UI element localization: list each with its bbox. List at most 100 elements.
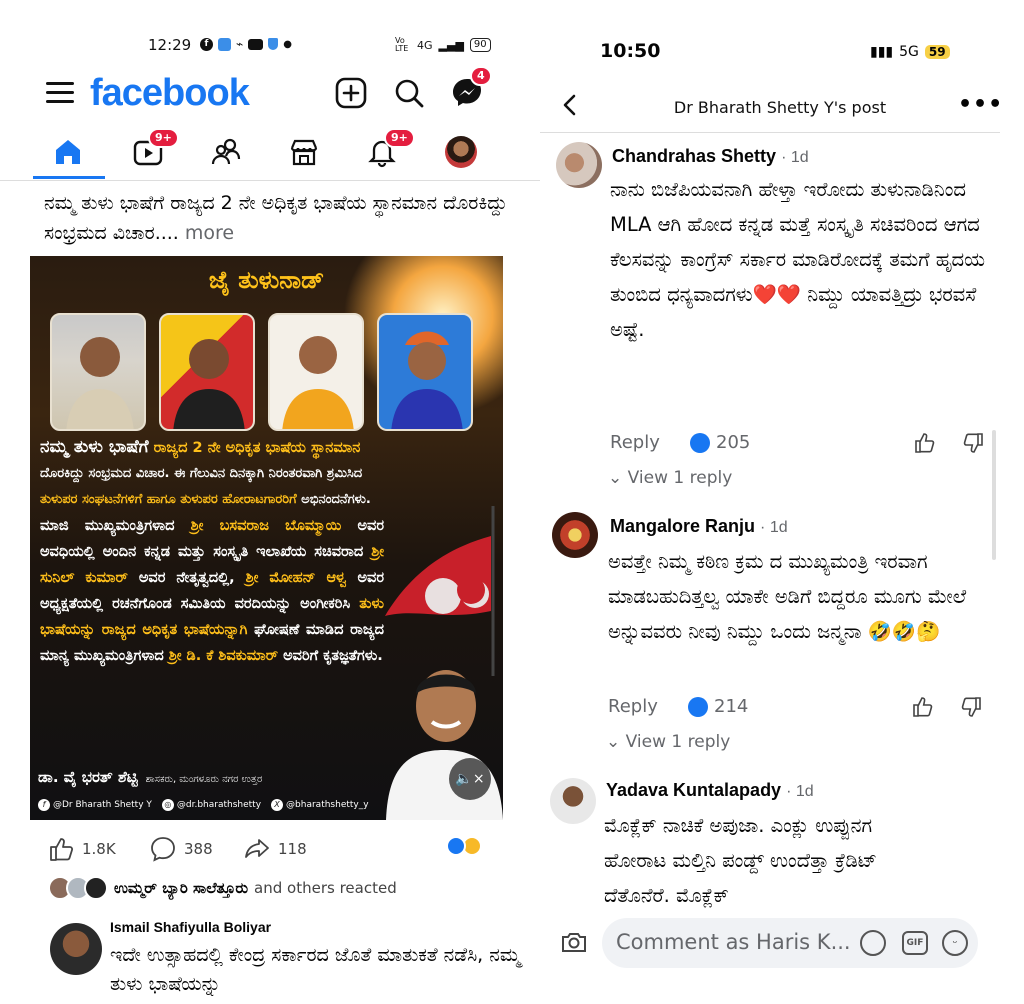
scrollbar[interactable] [992,430,996,560]
notifications-icon[interactable]: 9+ [366,128,415,168]
app-icon [218,37,231,51]
facebook-icon: f [200,37,213,51]
signal-icon: ▂▄▆ [438,38,464,52]
commenter-avatar[interactable] [50,923,102,975]
reaction-icons [446,836,482,856]
network-label: 5G [899,44,919,60]
like-reaction-icon [446,836,466,856]
view-replies-link[interactable]: ⌄ View 1 reply [606,732,730,752]
commenter-name[interactable]: Mangalore Ranju · 1d [610,516,788,537]
divider [0,180,540,181]
like-reaction-icon [690,432,710,453]
status-time: 12:29 [148,36,192,54]
signal-label: 4G [417,38,433,52]
commenter-name[interactable]: Ismail Shafiyulla Boliyar [110,919,271,935]
thumbs-up-icon[interactable] [914,432,936,454]
comment-text: ಇದೇ ಉತ್ಸಾಹದಲ್ಲಿ ಕೇಂದ್ರ ಸರ್ಕಾರದ ಜೊತೆ ಮಾತು… [110,944,521,995]
status-bar: 12:29 f ⌁ ● Vo LTE 4G ▂▄▆ 90 [0,36,540,58]
commenter-avatar[interactable] [550,778,596,824]
messenger-badge: 4 [470,66,492,86]
comment-text: ಅವತ್ತೇ ನಿಮ್ಮ ಕಠಿಣ ಕ್ರಮ ದ ಮುಖ್ಯಮಂತ್ರಿ ಇರವ… [608,550,967,643]
commenter-avatar[interactable] [552,512,598,558]
portrait-2 [159,313,255,431]
reactions-summary[interactable]: ಉಮ್ಮರ್ ಬ್ಯಾರಿ ಸಾಲೆತ್ತೂರು and others reac… [48,876,397,900]
x-icon: X [271,799,284,811]
facebook-logo: facebook [90,72,250,114]
status-notification-icons: f ⌁ ● [200,37,292,51]
facebook-feed-screenshot: 12:29 f ⌁ ● Vo LTE 4G ▂▄▆ 90 facebook 4 [0,0,540,1004]
reactor-avatar [84,876,108,900]
thumbs-up-icon[interactable] [912,696,934,718]
mute-button[interactable]: 🔈× [449,758,491,800]
portrait-4 [377,313,473,431]
like-button[interactable]: 1.8K [48,836,116,862]
commenter-name[interactable]: Yadava Kuntalapady · 1d [606,780,814,801]
post-text: ನಮ್ಮ ತುಳು ಭಾಷೆಗೆ ರಾಜ್ಯದ 2 ನೇ ಅಧಿಕೃತ ಭಾಷೆ… [44,192,508,244]
more-options-icon[interactable]: ••• [958,92,1003,117]
reply-button[interactable]: Reply [608,696,658,717]
video-icon[interactable]: 9+ [132,128,179,168]
back-arrow-icon[interactable] [560,93,580,117]
search-icon[interactable] [392,76,426,110]
poster-body: ನಮ್ಮ ತುಳು ಭಾಷೆಗೆ ರಾಜ್ಯದ 2 ನೇ ಅಧಿಕೃತ ಭಾಷೆ… [30,434,503,669]
facebook-icon: f [38,799,50,811]
poster-title: ಜೈ ತುಳುನಾಡ್ [208,266,325,294]
profile-avatar[interactable] [445,136,477,168]
home-icon[interactable] [52,136,84,168]
instagram-icon: ◎ [161,799,174,811]
video-badge: 9+ [148,128,179,148]
poster-paragraph: ಮಾಜಿ ಮುಖ್ಯಮಂತ್ರಿಗಳಾದ ಶ್ರೀ ಬಸವರಾಜ ಬೊಮ್ಮಾಯ… [40,518,384,664]
thumbs-down-icon[interactable] [960,696,982,718]
commenter-avatar[interactable] [556,142,602,188]
camera-icon[interactable] [560,930,588,954]
avatar-sticker-icon[interactable] [860,930,886,956]
portrait-3 [268,313,364,431]
comment-icon [151,837,175,862]
status-right: ▮▮▮ 5G 59 [870,44,950,60]
like-count: 214 [688,696,748,717]
see-more-link[interactable]: more [185,222,234,244]
comment-text: ಮೊಕ್ಲೆಕ್ ನಾಚಿಕೆ ಅಪುಜಾ. ಎಂಕ್ಲು ಉಪ್ಪುನಗ ಹೋ… [604,814,877,907]
page-title: Dr Bharath Shetty Y's post [673,98,887,117]
nav-tabs: 9+ 9+ [0,128,540,180]
status-right: Vo LTE 4G ▂▄▆ 90 [395,37,491,53]
battery-icon: 59 [924,45,950,59]
like-reaction-icon [688,696,708,717]
thumbs-down-icon[interactable] [962,432,984,454]
gif-icon[interactable]: GIF [902,931,928,955]
comment-meta: Reply 205 [610,432,985,458]
comment-button[interactable]: 388 [150,836,213,862]
share-icon [245,839,269,858]
battery-icon: 90 [469,38,491,52]
marketplace-icon[interactable] [288,136,320,168]
link-icon: ⌁ [236,37,244,51]
volte-label: Vo LTE [395,36,409,53]
comment-meta: Reply 214 [608,696,983,722]
portrait-1 [50,313,146,431]
like-count: 205 [690,432,750,453]
comment-placeholder: Comment as Haris K... [616,930,851,954]
view-replies-link[interactable]: ⌄ View 1 reply [608,468,732,488]
commenter-name[interactable]: Chandrahas Shetty · 1d [612,146,809,167]
comment-input[interactable]: Comment as Haris K... GIF ᵕ [602,918,978,968]
signature: ಡಾ. ವೈ ಭರತ್ ಶೆಟ್ಟಿ ಶಾಸಕರು, ಮಂಗಳೂರು ನಗರ ಉತ… [38,768,263,786]
post-image[interactable]: ಜೈ ತುಳುನಾಡ್ ನಮ್ಮ ತುಳು ಭಾಷೆಗೆ ರಾಜ್ಯದ 2 ನೇ… [30,256,503,820]
menu-icon[interactable] [46,82,74,104]
emoji-icon[interactable]: ᵕ [942,930,968,956]
share-button[interactable]: 118 [244,836,307,862]
messenger-icon[interactable]: 4 [450,66,492,110]
youtube-icon [248,38,264,50]
comment-text: ನಾನು ಬಿಜೆಪಿಯವನಾಗಿ ಹೇಳ್ತಾ ಇರೋದು ತುಳುನಾಡಿನ… [610,178,986,341]
social-handles: f @Dr Bharath Shetty Y ◎ @dr.bharathshetty… [38,799,369,811]
active-tab-indicator [33,176,105,179]
friends-icon[interactable] [210,136,242,168]
divider [540,132,1000,133]
post-actions: 1.8K 388 118 [48,836,518,864]
reply-button[interactable]: Reply [610,432,660,453]
dot-icon: ● [283,38,292,50]
thumbs-up-icon [50,838,74,861]
post-comments-screenshot: 10:50 ▮▮▮ 5G 59 Dr Bharath Shetty Y's po… [540,0,1024,1004]
signal-icon: ▮▮▮ [870,44,894,60]
speaker-photo [386,670,503,820]
create-post-icon[interactable] [334,76,368,110]
